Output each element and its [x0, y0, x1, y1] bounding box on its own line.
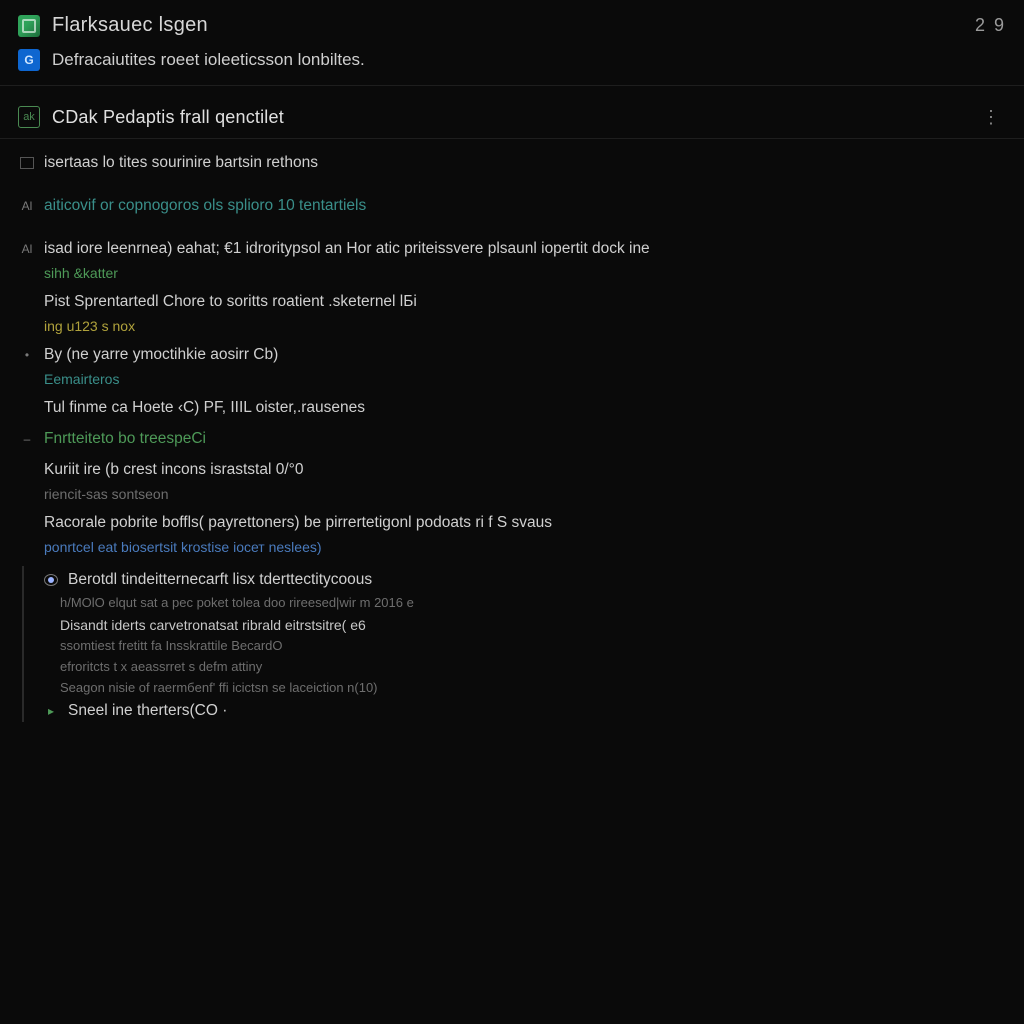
option-label: Tul finme ca Hoete ‹C) PF, IIIL oister,.… [44, 398, 365, 419]
option-label: Racorale pobrite boffls( payrettoners) b… [44, 513, 552, 534]
option-detail: Seagon nisie of raermбenf' ffi icictsn s… [60, 680, 1012, 697]
option-label: Pist Sprentartedl Chore to soritts roati… [44, 292, 417, 313]
option-row[interactable]: Pist Sprentartedl Chore to soritts roati… [12, 282, 1012, 335]
option-label: Berotdl tindeitternecarft lisx tderttect… [68, 570, 372, 591]
option-row[interactable]: • By (ne yarre ymoctihkie aosirr Cb) Eem… [12, 335, 1012, 388]
section-title: CDak Pedaptis frall qenctilet [52, 107, 964, 128]
option-detail: Disandt iderts carvetronatsat ribrald ei… [60, 616, 1012, 634]
settings-window: Flarksauec lsgen 2 9 G Defracaiutites ro… [0, 0, 1024, 1024]
section-icon: ak [18, 106, 40, 128]
option-detail: h/MOlO elqut sat а рeс poket tolea doo r… [60, 595, 1012, 612]
window-title: Flarksauec lsgen [52, 14, 963, 37]
radio-icon[interactable] [44, 574, 58, 586]
option-row[interactable]: Al isad iore leenrnea) eahat; €1 idrorit… [12, 229, 1012, 282]
option-subtext: ing u123 s nox [44, 317, 1004, 335]
bullet-dot-icon: • [20, 348, 34, 362]
bullet-text: Al [20, 199, 34, 213]
option-label: By (ne yarre ymoctihkie aosirr Cb) [44, 345, 278, 366]
bullet-text: Al [20, 242, 34, 256]
option-link[interactable]: ponrtcel eat biosertsit krostise ioсет n… [44, 538, 1004, 556]
subtitle-bar: G Defracaiutites roeet ioleeticsson lonb… [0, 45, 1024, 86]
bullet-dash-icon: – [20, 432, 34, 446]
option-group: Berotdl tindeitternecarft lisx tderttect… [22, 566, 1012, 722]
option-subtext: Eemairteros [44, 370, 1004, 388]
checkbox-icon[interactable] [20, 157, 34, 169]
option-detail: ssomtiest fretitt fa Insskrattile Becard… [60, 638, 1012, 655]
option-row[interactable]: isertaas lo tites sourinire bartsin reth… [12, 143, 1012, 174]
option-detail: efroritcts t x aeassrret s defm attiny [60, 659, 1012, 676]
option-row[interactable]: Tul finme ca Hoete ‹C) PF, IIIL oister,.… [12, 388, 1012, 419]
option-row[interactable]: ▸ Sneel ine therters(CO · [36, 697, 1012, 722]
option-label: aiticovif or copnogoros ols splioro 10 t… [44, 196, 366, 217]
expand-icon[interactable]: ▸ [44, 704, 58, 718]
option-label: Kuriit ire (b crest incons israststal 0/… [44, 460, 303, 481]
option-row[interactable]: Al aiticovif or copnogoros ols splioro 1… [12, 186, 1012, 217]
option-label: Fnrtteiteto bo treespeCi [44, 429, 206, 450]
titlebar: Flarksauec lsgen 2 9 [0, 0, 1024, 45]
option-subtext: riencit-sas sontseon [44, 485, 1004, 503]
option-label: Sneel ine therters(CO · [68, 701, 227, 722]
option-subtext: sihh &katter [44, 264, 1004, 282]
subtitle-text: Defracaiutites roeet ioleeticsson lonbil… [52, 50, 365, 70]
app-icon [18, 15, 40, 37]
page-counter: 2 9 [975, 15, 1006, 36]
globe-icon: G [18, 49, 40, 71]
settings-list[interactable]: isertaas lo tites sourinire bartsin reth… [0, 139, 1024, 1024]
option-label: isad iore leenrnea) eahat; €1 idrorityps… [44, 239, 650, 260]
option-label: isertaas lo tites sourinire bartsin reth… [44, 153, 318, 174]
section-header: ak CDak Pedaptis frall qenctilet ⋮ [0, 86, 1024, 139]
option-row[interactable]: – Fnrtteiteto bo treespeCi [12, 419, 1012, 450]
kebab-menu-icon[interactable]: ⋮ [976, 107, 1006, 128]
option-row[interactable]: Racorale pobrite boffls( payrettoners) b… [12, 503, 1012, 556]
option-row[interactable]: Kuriit ire (b crest incons israststal 0/… [12, 450, 1012, 503]
option-row[interactable]: Berotdl tindeitternecarft lisx tderttect… [36, 566, 1012, 591]
